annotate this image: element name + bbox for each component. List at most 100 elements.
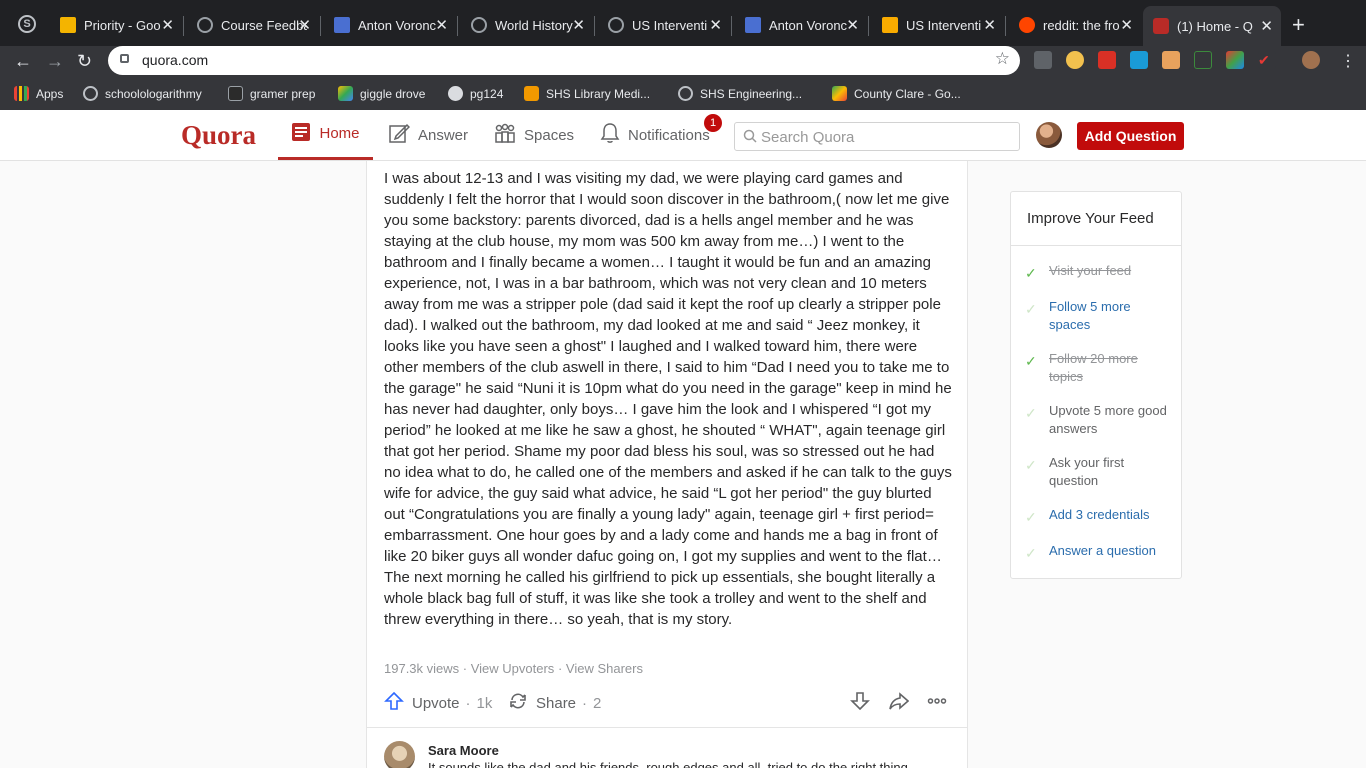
- bookmark-label: SHS Engineering...: [700, 86, 803, 101]
- schoology-icon: [83, 86, 98, 101]
- upvote-button[interactable]: Upvote · 1k: [384, 691, 492, 715]
- bookmark-item[interactable]: gramer prep: [228, 86, 315, 101]
- url-text[interactable]: quora.com: [142, 52, 208, 68]
- extension-icon[interactable]: [1130, 51, 1148, 69]
- feed-task-label: Answer a question: [1049, 543, 1156, 558]
- extension-icon[interactable]: [1194, 51, 1212, 69]
- browser-tab[interactable]: US Interventi ✕: [872, 8, 1004, 42]
- extension-icon[interactable]: [1162, 51, 1180, 69]
- nav-answer[interactable]: Answer: [388, 110, 468, 160]
- share-arrow-icon: [889, 691, 910, 715]
- comment-text: It sounds like the dad and his friends, …: [428, 760, 908, 768]
- bookmark-label: gramer prep: [250, 86, 316, 101]
- nav-home[interactable]: Home: [278, 110, 373, 160]
- slides-icon: [882, 17, 898, 33]
- search-box[interactable]: [734, 122, 1020, 151]
- downvote-button[interactable]: [850, 691, 870, 715]
- tab-close-icon[interactable]: ✕: [846, 16, 859, 34]
- maps-icon: [832, 86, 847, 101]
- pencil-square-icon: [388, 122, 411, 148]
- share-button[interactable]: Share · 2: [508, 691, 601, 715]
- bell-icon: [600, 122, 620, 148]
- address-bar[interactable]: quora.com ☆: [108, 46, 1020, 75]
- view-upvoters-link[interactable]: View Upvoters: [471, 661, 555, 676]
- bookmark-label: County Clare - Go...: [854, 86, 961, 101]
- extension-icon[interactable]: [1226, 51, 1244, 69]
- add-question-button[interactable]: Add Question: [1077, 122, 1184, 150]
- search-input[interactable]: [761, 127, 1011, 147]
- bookmark-apps[interactable]: Apps: [14, 86, 63, 101]
- browser-tab-active[interactable]: (1) Home - Q ✕: [1143, 6, 1281, 46]
- adblock-extension-icon[interactable]: [1098, 51, 1116, 69]
- browser-tab[interactable]: Anton Voronc ✕: [735, 8, 867, 42]
- pinned-tab-icon[interactable]: S: [18, 15, 36, 33]
- commenter-avatar[interactable]: [384, 741, 415, 768]
- forward-share-button[interactable]: [889, 691, 910, 715]
- bookmark-label: SHS Library Medi...: [546, 86, 651, 101]
- notification-badge: 1: [704, 114, 722, 132]
- tab-close-icon[interactable]: ✕: [1120, 16, 1133, 34]
- bookmark-label: schoolologarithmy: [105, 86, 202, 101]
- reddit-icon: [1019, 17, 1035, 33]
- browser-tab[interactable]: Priority - Goo ✕: [50, 8, 182, 42]
- crx-extension-icon[interactable]: [1034, 51, 1052, 69]
- bookmark-item[interactable]: schoolologarithmy: [83, 86, 202, 101]
- feed-task-label: Ask your first question: [1049, 455, 1125, 488]
- tab-close-icon[interactable]: ✕: [572, 16, 585, 34]
- browser-tab[interactable]: World History ✕: [461, 8, 593, 42]
- tab-close-icon[interactable]: ✕: [983, 16, 996, 34]
- browser-tab[interactable]: US Interventi ✕: [598, 8, 730, 42]
- reload-icon[interactable]: ↻: [77, 51, 92, 72]
- feed-task-label: Upvote 5 more good answers: [1049, 403, 1167, 436]
- bookmark-item[interactable]: SHS Engineering...: [678, 86, 802, 101]
- tab-title: Priority - Goo: [84, 17, 161, 33]
- quora-icon: [1153, 18, 1169, 34]
- tab-close-icon[interactable]: ✕: [298, 16, 311, 34]
- tab-close-icon[interactable]: ✕: [1260, 17, 1273, 35]
- drive-icon: [60, 17, 76, 33]
- schoology-icon: [197, 17, 213, 33]
- browser-tab[interactable]: Anton Voronc ✕: [324, 8, 456, 42]
- bookmark-item[interactable]: pg124: [448, 86, 503, 101]
- tab-title: Anton Voronc: [358, 17, 437, 33]
- tab-title: reddit: the fro: [1043, 17, 1120, 33]
- feed-task-label: Follow 20 more topics: [1049, 351, 1138, 384]
- forward-icon[interactable]: →: [46, 51, 64, 72]
- nav-notifications-label: Notifications: [628, 126, 710, 144]
- new-tab-icon[interactable]: +: [1292, 12, 1305, 38]
- check-icon: ✓: [1025, 405, 1037, 421]
- share-count: 2: [593, 694, 602, 712]
- check-icon: ✓: [1025, 457, 1037, 473]
- browser-tab[interactable]: Course Feedba ✕: [187, 8, 319, 42]
- quora-logo[interactable]: Quora: [181, 120, 256, 151]
- bookmark-item[interactable]: giggle drove: [338, 86, 425, 101]
- answer-text: I was about 12-13 and I was visiting my …: [384, 170, 952, 628]
- nav-notifications[interactable]: Notifications: [600, 110, 710, 160]
- profile-avatar[interactable]: [1302, 51, 1320, 69]
- improve-feed-title: Improve Your Feed: [1027, 210, 1154, 227]
- more-options-button[interactable]: [927, 691, 947, 715]
- ellipsis-icon: [927, 691, 947, 715]
- bookmark-star-icon[interactable]: ☆: [995, 49, 1010, 69]
- schoology-icon: [608, 17, 624, 33]
- bookmark-item[interactable]: County Clare - Go...: [832, 86, 961, 101]
- bookmark-label: pg124: [470, 86, 504, 101]
- commenter-name[interactable]: Sara Moore: [428, 743, 499, 758]
- owl-extension-icon[interactable]: [1066, 51, 1084, 69]
- browser-tab[interactable]: reddit: the fro ✕: [1009, 8, 1141, 42]
- share-cycle-icon: [508, 691, 528, 715]
- lock-icon: [120, 54, 129, 63]
- view-sharers-link[interactable]: View Sharers: [566, 661, 643, 676]
- bookmark-item[interactable]: SHS Library Medi...: [524, 86, 650, 101]
- user-avatar[interactable]: [1036, 122, 1062, 148]
- tab-close-icon[interactable]: ✕: [435, 16, 448, 34]
- spaces-icon: [494, 122, 516, 148]
- back-icon[interactable]: ←: [14, 51, 32, 72]
- answer-actions: Upvote · 1k Share · 2: [384, 691, 952, 715]
- extension-icon[interactable]: ✔: [1258, 51, 1276, 69]
- tab-close-icon[interactable]: ✕: [161, 16, 174, 34]
- nav-spaces[interactable]: Spaces: [494, 110, 574, 160]
- menu-kebab-icon[interactable]: ⋮: [1340, 51, 1356, 71]
- docs-icon: [334, 17, 350, 33]
- tab-close-icon[interactable]: ✕: [709, 16, 722, 34]
